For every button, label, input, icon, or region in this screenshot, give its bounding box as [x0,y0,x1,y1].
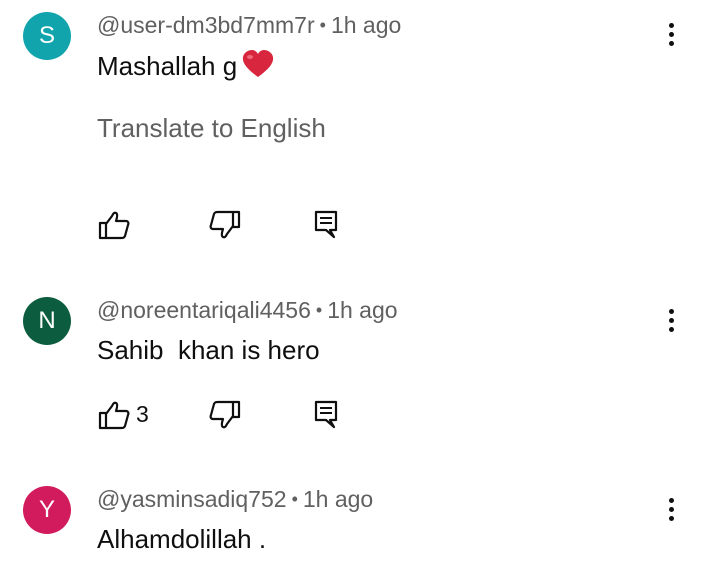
more-options-button[interactable] [660,20,684,50]
comment-text: Alhamdolillah . [97,524,267,554]
red-heart-icon [241,49,275,86]
thumbs-down-icon [209,210,241,239]
comment-text: Sahib khan is hero [97,335,320,365]
like-count: 3 [136,401,149,427]
comment-text: Mashallah g [97,49,275,86]
reply-button[interactable] [311,400,345,430]
reply-button[interactable] [311,210,345,240]
reply-icon [314,210,338,239]
dislike-button[interactable] [208,210,242,240]
more-options-button[interactable] [660,306,684,336]
separator-dot: • [319,15,326,35]
like-button[interactable] [97,210,131,240]
comment-time: 1h ago [302,486,374,512]
avatar[interactable]: N [23,297,71,345]
comment-meta: @noreentariqali4456 • 1h ago [97,297,398,324]
reply-icon [314,400,338,429]
comment-meta: @user-dm3bd7mm7r • 1h ago [97,12,401,39]
comment-author[interactable]: @noreentariqali4456 [97,297,311,323]
separator-dot: • [291,489,298,509]
comment-author[interactable]: @yasminsadiq752 [97,486,287,512]
thumbs-up-icon [98,211,130,240]
avatar[interactable]: Y [23,486,71,534]
translate-link[interactable]: Translate to English [97,113,326,144]
like-button[interactable] [97,400,131,430]
separator-dot: • [315,300,323,320]
comment-author[interactable]: @user-dm3bd7mm7r [97,12,315,38]
thumbs-up-icon [98,401,130,430]
thumbs-down-icon [209,400,241,429]
comment-meta: @yasminsadiq752 • 1h ago [97,486,373,513]
more-options-button[interactable] [660,495,684,525]
comment-time: 1h ago [327,297,398,323]
comment-time: 1h ago [330,12,402,38]
dislike-button[interactable] [208,400,242,430]
comment-text-content: Mashallah g [97,51,238,81]
avatar[interactable]: S [23,12,71,60]
